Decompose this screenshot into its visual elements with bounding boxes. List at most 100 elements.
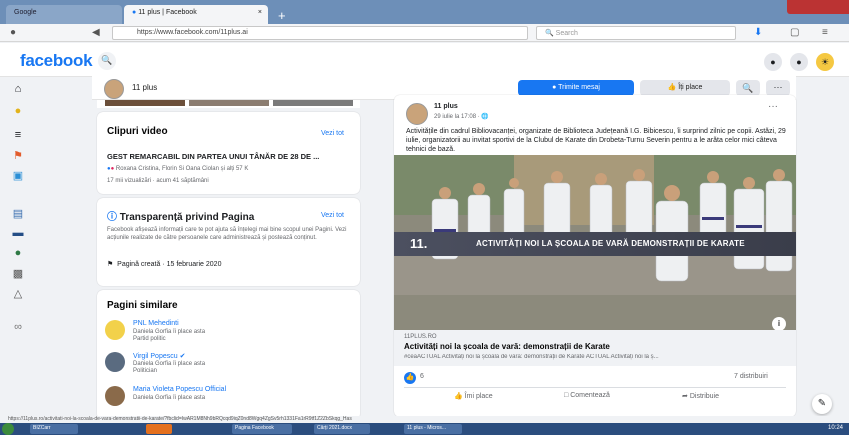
page-search-button[interactable]: 🔍 xyxy=(736,80,760,96)
similar-pages-title: Pagini similare xyxy=(107,300,178,311)
avatar[interactable] xyxy=(105,320,125,340)
facebook-logo[interactable]: facebook xyxy=(20,51,93,71)
avatar[interactable]: ☀ xyxy=(816,53,834,71)
browser-search-input[interactable]: 🔍 Search xyxy=(536,26,736,40)
image-banner-text: ACTIVITĂȚI NOI LA ȘCOALA DE VARĂ DEMONST… xyxy=(476,239,745,248)
more-options-button[interactable]: ··· xyxy=(766,80,790,96)
taskbar-item[interactable]: 11 plus - Micros... xyxy=(404,424,462,434)
video-meta: 17 mii vizualizări · acum 41 săptămâni xyxy=(107,178,209,184)
similar-page-sub: Daniela Gorfia îi place asta xyxy=(133,395,206,401)
taskbar-item[interactable] xyxy=(146,424,172,434)
verified-icon: ✔ xyxy=(179,353,186,360)
video-headline[interactable]: GEST REMARCABIL DIN PARTEA UNUI TÂNĂR DE… xyxy=(107,152,319,161)
like-label: Îmi place xyxy=(464,393,493,400)
flag-icon[interactable]: ⚑ xyxy=(8,149,28,165)
share-count[interactable]: 7 distribuiri xyxy=(734,373,768,380)
download-icon[interactable]: ⬇ xyxy=(754,27,762,38)
groups-icon[interactable]: ▬ xyxy=(8,227,28,243)
photo-thumb[interactable] xyxy=(105,100,185,106)
taskbar: BIZCarr Pagina Facebook Cărți 2021.docx … xyxy=(0,423,849,435)
comment-label: Comentează xyxy=(570,392,610,399)
window-controls[interactable] xyxy=(787,0,849,14)
tab-google[interactable]: Google xyxy=(6,5,122,24)
post-author[interactable]: 11 plus xyxy=(434,103,458,110)
share-button[interactable]: ➦ Distribuie xyxy=(682,392,719,400)
videos-title: Clipuri video xyxy=(107,126,168,137)
facebook-header: facebook 🔍 ● ● ☀ xyxy=(0,43,849,77)
link-icon[interactable]: ∞ xyxy=(8,321,28,337)
send-message-button[interactable]: ● Trimite mesaj xyxy=(518,80,634,96)
messenger-icon[interactable]: ● xyxy=(764,53,782,71)
events-icon[interactable]: ● xyxy=(8,247,28,263)
search-icon[interactable]: 🔍 xyxy=(98,52,116,70)
taskbar-item[interactable]: BIZCarr xyxy=(30,424,78,434)
videos-see-all-link[interactable]: Vezi tot xyxy=(321,130,344,137)
video-reactions: ●● Roxana Cristina, Florin Si Oana Ciola… xyxy=(107,166,248,172)
share-label: Distribuie xyxy=(689,393,720,400)
hamburger-icon[interactable]: ≡ xyxy=(822,27,828,38)
like-button[interactable]: 👍 Îmi place xyxy=(454,392,493,400)
bookmark-icon[interactable]: ▢ xyxy=(790,27,799,38)
home-icon[interactable]: ⌂ xyxy=(8,83,28,99)
taskbar-item[interactable]: Pagina Facebook xyxy=(232,424,292,434)
new-message-icon[interactable]: ✎ xyxy=(812,394,832,414)
page-created: ⚑ Pagină creată · 15 februarie 2020 xyxy=(107,260,221,268)
search-placeholder: Search xyxy=(555,30,578,37)
like-page-button[interactable]: 👍 Îți place xyxy=(640,80,730,96)
back-icon[interactable]: ◀ xyxy=(92,27,100,38)
menu-icon[interactable]: ≡ xyxy=(8,129,28,145)
watch-icon[interactable]: ▣ xyxy=(8,169,28,185)
post-more-button[interactable]: ··· xyxy=(768,101,778,112)
comment-button[interactable]: □ Comentează xyxy=(564,392,610,399)
similar-page-name[interactable]: Maria Violeta Popescu Official xyxy=(133,386,226,393)
logo-icon: 11. xyxy=(410,236,428,251)
like-reaction-icon: 👍 xyxy=(404,372,416,384)
divider xyxy=(404,387,786,388)
reaction-count[interactable]: 6 xyxy=(420,373,424,380)
globe-icon: 🌐 xyxy=(481,114,489,120)
notifications-icon[interactable]: ● xyxy=(790,53,808,71)
post-avatar[interactable] xyxy=(406,103,428,125)
link-description: #ceaACTUAL Activități noi la școala de v… xyxy=(404,354,659,360)
saved-icon[interactable]: △ xyxy=(8,287,28,303)
send-message-label: Trimite mesaj xyxy=(558,84,600,91)
profile-icon[interactable]: ● xyxy=(8,105,28,121)
photo-thumb[interactable] xyxy=(273,100,353,106)
avatar[interactable] xyxy=(105,386,125,406)
tab-label: Google xyxy=(14,9,37,16)
link-title: Activități noi la școala de vară: demons… xyxy=(404,342,610,351)
photos-strip xyxy=(97,100,360,108)
similar-page-category: Partid politic xyxy=(133,336,166,342)
info-icon[interactable]: i xyxy=(772,317,786,331)
tab-label: 11 plus | Facebook xyxy=(138,9,197,16)
tab-facebook[interactable]: ● 11 plus | Facebook × xyxy=(124,5,268,24)
menu-icon[interactable]: ● xyxy=(10,27,16,38)
left-rail: ⌂ ● ≡ ⚑ ▣ ▤ ▬ ● ▩ △ ∞ xyxy=(0,77,40,415)
comment-icon: □ xyxy=(564,392,569,399)
post-card: 11 plus 29 iulie la 17:08 · 🌐 ··· Activi… xyxy=(394,95,796,417)
transparency-see-all-link[interactable]: Vezi tot xyxy=(321,212,344,219)
photo-thumb[interactable] xyxy=(189,100,269,106)
post-text: Activitățile din cadrul Bibliovacanței, … xyxy=(406,128,786,153)
flag-icon: ⚑ xyxy=(107,261,114,268)
address-bar[interactable]: https://www.facebook.com/11plus.ai xyxy=(112,26,528,40)
page-title[interactable]: 11 plus xyxy=(132,83,157,92)
clock: 10:24 xyxy=(827,425,843,431)
similar-page-sub: Daniela Gorfia îi place asta xyxy=(133,361,206,367)
transparency-body: Facebook afișează informații care te pot… xyxy=(107,227,347,241)
new-tab-button[interactable]: + xyxy=(270,4,286,23)
love-icon: ● xyxy=(110,166,115,172)
taskbar-item[interactable]: Cărți 2021.docx xyxy=(314,424,370,434)
thumbs-up-icon: 👍 xyxy=(667,84,677,91)
post-timestamp[interactable]: 29 iulie la 17:08 · 🌐 xyxy=(434,113,489,120)
marketplace-icon[interactable]: ▤ xyxy=(8,207,28,223)
close-icon[interactable]: × xyxy=(258,9,262,16)
avatar[interactable] xyxy=(105,352,125,372)
similar-page-name[interactable]: Virgil Popescu ✔ xyxy=(133,352,185,360)
start-button[interactable] xyxy=(2,423,14,435)
link-preview[interactable]: 11PLUS.RO Activități noi la școala de va… xyxy=(394,330,796,366)
memories-icon[interactable]: ▩ xyxy=(8,267,28,283)
page-avatar[interactable] xyxy=(104,79,124,99)
page-created-text: Pagină creată · 15 februarie 2020 xyxy=(117,261,222,268)
similar-page-name[interactable]: PNL Mehedinti xyxy=(133,320,179,327)
